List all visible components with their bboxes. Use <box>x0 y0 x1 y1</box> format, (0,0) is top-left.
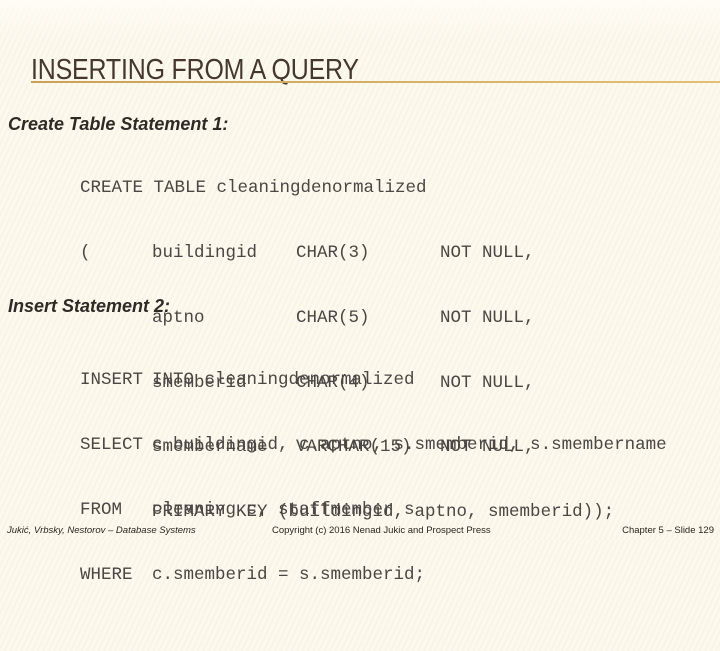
code-token: NOT NULL, <box>440 372 535 393</box>
code-token: ( <box>80 242 91 263</box>
insert-statement-code-block: INSERT INTO cleaningdenormalized SELECT … <box>80 327 667 608</box>
footer-slide-number: Chapter 5 – Slide 129 <box>622 525 714 536</box>
code-line: FROM cleaning c, staffmember s <box>80 499 415 522</box>
code-token: NOT NULL, <box>440 307 535 328</box>
code-token: cleaning c, staffmember s <box>152 499 415 520</box>
code-token: c.buildingid, c.aptno, s.smemberid, s.sm… <box>152 434 667 455</box>
code-line: WHERE c.smemberid = s.smemberid; <box>80 565 425 587</box>
code-line: ( buildingid CHAR(3) NOT NULL, <box>80 242 535 265</box>
background-fade <box>0 0 720 40</box>
code-keyword: FROM <box>80 499 123 520</box>
footer-authors: Jukić, Vrbsky, Nestorov – Database Syste… <box>7 525 196 536</box>
footer-copyright: Copyright (c) 2016 Nenad Jukic and Prosp… <box>272 525 491 536</box>
code-line: CREATE TABLE cleaningdenormalized <box>80 178 427 200</box>
code-token: NOT NULL, <box>440 242 535 263</box>
code-token: CREATE TABLE cleaningdenormalized <box>80 178 427 199</box>
code-keyword: INSERT <box>80 370 144 391</box>
code-line: SELECT c.buildingid, c.aptno, s.smemberi… <box>80 435 667 457</box>
create-table-heading: Create Table Statement 1: <box>8 114 229 134</box>
code-token: CHAR(5) <box>296 307 370 328</box>
code-keyword: SELECT <box>80 434 144 455</box>
code-token: buildingid <box>152 242 258 263</box>
code-keyword: WHERE <box>80 564 133 585</box>
code-token: c.smemberid = s.smemberid; <box>152 564 426 585</box>
title-underline <box>31 81 720 83</box>
code-token: CHAR(3) <box>296 242 370 263</box>
insert-statement-heading: Insert Statement 2: <box>8 296 171 316</box>
code-token: INTO cleaningdenormalized <box>152 370 415 391</box>
code-line: INSERT INTO cleaningdenormalized <box>80 370 415 392</box>
